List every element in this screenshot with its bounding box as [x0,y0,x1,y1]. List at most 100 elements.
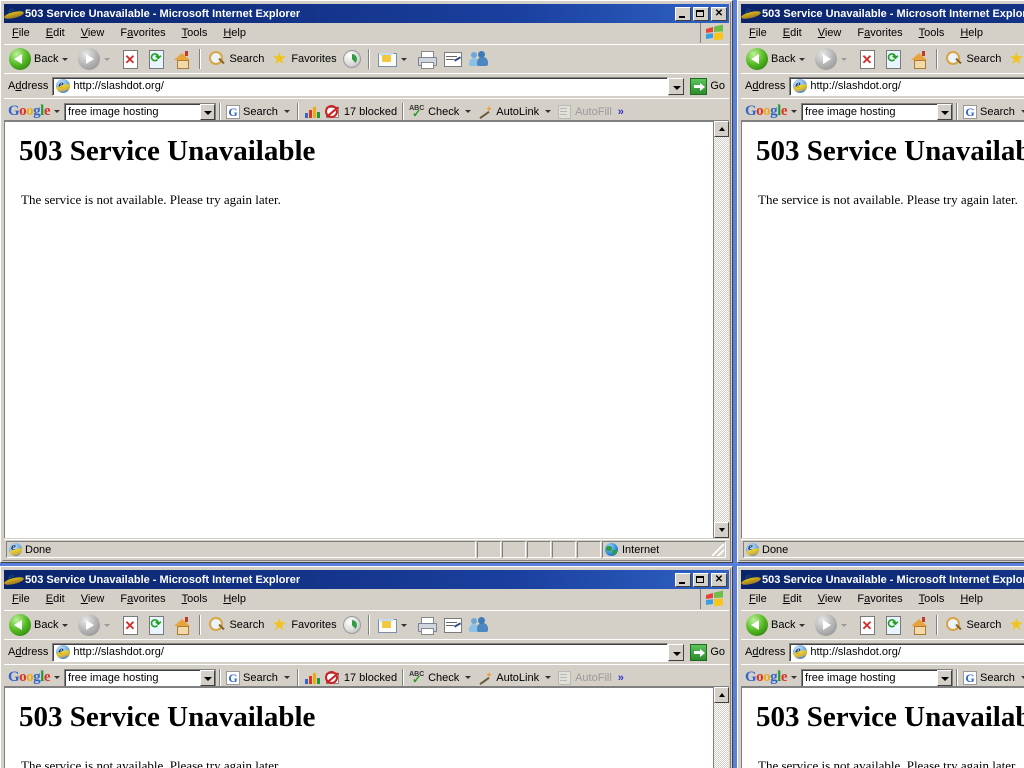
refresh-button[interactable]: ⟳ [880,613,906,637]
menu-item-help[interactable]: Help [215,591,254,607]
go-button[interactable]: Go [686,77,729,95]
scrollbar-track[interactable] [714,703,729,768]
scroll-up-arrow-icon[interactable] [714,687,729,703]
scrollbar-track[interactable] [714,137,729,522]
search-button[interactable]: Search [942,613,1004,637]
menu-item-tools[interactable]: Tools [174,25,216,41]
google-search-button[interactable]: G Search [961,667,1017,688]
forward-dropdown-icon[interactable] [104,57,111,61]
favorites-button[interactable]: ★ Favorites [267,613,339,637]
autolink-dropdown-icon[interactable] [545,110,552,113]
edit-button[interactable] [440,47,466,71]
google-search-button[interactable]: G Search [224,101,280,122]
close-button[interactable]: ✕ [711,572,727,587]
vertical-scrollbar[interactable] [713,121,729,538]
title-bar[interactable]: 503 Service Unavailable - Microsoft Inte… [4,4,729,23]
menu-item-edit[interactable]: Edit [775,591,810,607]
menu-bar[interactable]: File Edit View Favorites Tools Help [741,589,1024,610]
spellcheck-button[interactable]: ABC ✓ Check [407,667,461,688]
back-button[interactable]: Back [6,47,75,71]
address-bar[interactable]: Address http://slashdot.org/ Go [741,73,1024,98]
address-bar[interactable]: Address http://slashdot.org/ Go [4,73,729,98]
popup-blocker-button[interactable]: 17 blocked [323,667,399,688]
home-button[interactable] [906,613,932,637]
menu-item-favorites[interactable]: Favorites [112,25,173,41]
stop-button[interactable]: ✕ [854,47,880,71]
forward-button[interactable] [75,47,117,71]
pagerank-button[interactable] [302,101,323,122]
spellcheck-button[interactable]: ABC ✓ Check [407,101,461,122]
navigation-toolbar[interactable]: Back ✕ ⟳ Search [4,610,729,639]
menu-item-view[interactable]: View [810,591,850,607]
menu-item-edit[interactable]: Edit [775,25,810,41]
menu-item-file[interactable]: File [4,591,38,607]
menu-item-edit[interactable]: Edit [38,25,73,41]
messenger-button[interactable] [466,613,492,637]
autolink-button[interactable]: ✦ AutoLink [475,667,541,688]
google-search-input[interactable]: free image hosting [801,102,954,121]
title-bar[interactable]: 503 Service Unavailable - Microsoft Inte… [741,570,1024,589]
mail-dropdown-icon[interactable] [400,623,407,627]
security-zone-pane[interactable]: Internet [602,541,726,558]
menu-bar[interactable]: File Edit View Favorites Tools Help [4,589,729,610]
forward-button[interactable] [812,613,854,637]
menu-item-tools[interactable]: Tools [911,25,953,41]
home-button[interactable] [906,47,932,71]
mail-button[interactable] [374,47,414,71]
menu-bar[interactable]: File Edit View Favorites Tools Help [741,23,1024,44]
forward-dropdown-icon[interactable] [841,57,848,61]
edit-button[interactable] [440,613,466,637]
menu-item-view[interactable]: View [73,25,113,41]
address-bar[interactable]: Address http://slashdot.org/ Go [741,639,1024,664]
google-query-dropdown-icon[interactable] [937,669,953,686]
resize-grip-icon[interactable] [712,544,724,556]
ie-window-bottom-left[interactable]: 503 Service Unavailable - Microsoft Inte… [0,566,733,768]
autolink-dropdown-icon[interactable] [545,676,552,679]
refresh-button[interactable]: ⟳ [143,47,169,71]
google-menu-dropdown-icon[interactable] [54,676,61,679]
title-bar[interactable]: 503 Service Unavailable - Microsoft Inte… [741,4,1024,23]
google-search-button[interactable]: G Search [961,101,1017,122]
menu-item-help[interactable]: Help [952,25,991,41]
google-overflow-button[interactable]: » [618,672,624,684]
address-input[interactable]: http://slashdot.org/ [789,76,1024,96]
google-search-input[interactable]: free image hosting [64,668,217,687]
back-dropdown-icon[interactable] [62,623,69,627]
home-button[interactable] [169,47,195,71]
title-bar[interactable]: 503 Service Unavailable - Microsoft Inte… [4,570,729,589]
google-query-dropdown-icon[interactable] [200,669,216,686]
favorites-button[interactable]: ★ Favorites [267,47,339,71]
ie-window-top-right[interactable]: 503 Service Unavailable - Microsoft Inte… [737,0,1024,563]
address-input[interactable]: http://slashdot.org/ [789,642,1024,662]
back-button[interactable]: Back [743,613,812,637]
google-menu-dropdown-icon[interactable] [791,676,798,679]
print-button[interactable] [414,613,440,637]
menu-item-help[interactable]: Help [952,591,991,607]
favorites-button[interactable]: ★ Favorites [1004,47,1024,71]
back-button[interactable]: Back [6,613,75,637]
forward-button[interactable] [75,613,117,637]
print-button[interactable] [414,47,440,71]
navigation-toolbar[interactable]: Back ✕ ⟳ Search [741,44,1024,73]
address-bar[interactable]: Address http://slashdot.org/ Go [4,639,729,664]
check-dropdown-icon[interactable] [465,110,472,113]
google-search-dropdown-icon[interactable] [283,110,290,113]
ie-window-bottom-right[interactable]: 503 Service Unavailable - Microsoft Inte… [737,566,1024,768]
favorites-button[interactable]: ★ Favorites [1004,613,1024,637]
messenger-button[interactable] [466,47,492,71]
address-dropdown-button[interactable] [668,643,685,661]
forward-dropdown-icon[interactable] [841,623,848,627]
back-dropdown-icon[interactable] [62,57,69,61]
navigation-toolbar[interactable]: Back ✕ ⟳ Search [4,44,729,73]
refresh-button[interactable]: ⟳ [880,47,906,71]
menu-item-file[interactable]: File [741,591,775,607]
scroll-down-arrow-icon[interactable] [714,522,729,538]
scroll-up-arrow-icon[interactable] [714,121,729,137]
address-dropdown-button[interactable] [668,77,685,95]
menu-item-view[interactable]: View [810,25,850,41]
forward-button[interactable] [812,47,854,71]
media-button[interactable] [340,613,364,637]
search-button[interactable]: Search [942,47,1004,71]
google-search-input[interactable]: free image hosting [64,102,217,121]
pagerank-button[interactable] [302,667,323,688]
